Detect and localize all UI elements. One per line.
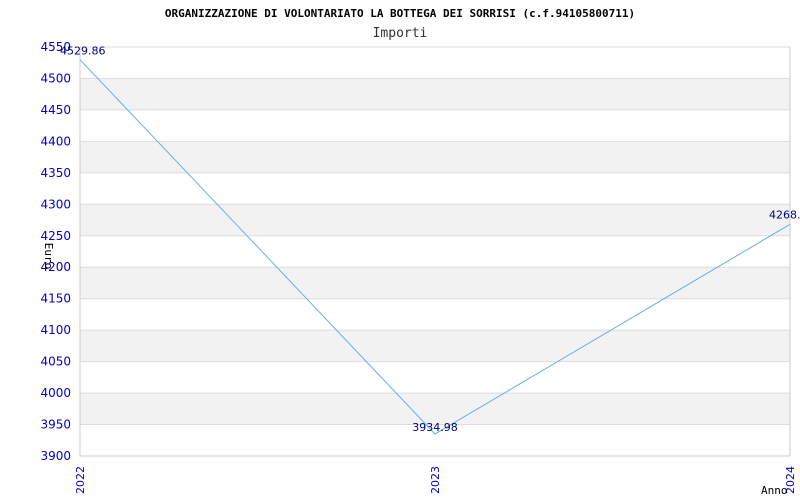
y-tick-label: 4400 — [40, 134, 71, 148]
y-tick-label: 4450 — [40, 103, 71, 117]
grid-band — [80, 109, 790, 142]
x-axis-label: Anno — [761, 484, 788, 497]
x-axis-ticks: 2022 2023 2024 — [74, 466, 797, 494]
grid-band — [80, 47, 790, 79]
grid-band — [80, 298, 790, 331]
y-tick-label: 4050 — [40, 355, 71, 369]
y-tick-label: 4100 — [40, 323, 71, 337]
y-tick-label: 4350 — [40, 166, 71, 180]
chart-subtitle: Importi — [373, 26, 428, 41]
data-label: 4268.2 — [769, 208, 800, 221]
x-tick-label: 2023 — [429, 466, 442, 494]
y-tick-label: 4500 — [40, 71, 71, 85]
chart-title: ORGANIZZAZIONE DI VOLONTARIATO LA BOTTEG… — [165, 7, 635, 20]
y-tick-label: 3900 — [40, 449, 71, 463]
grid-band — [80, 141, 790, 173]
grid-band — [80, 204, 790, 236]
grid-band — [80, 361, 790, 394]
grid-band — [80, 78, 790, 110]
grid-band — [80, 330, 790, 362]
data-label: 4529.86 — [60, 45, 106, 58]
grid-band — [80, 172, 790, 205]
grid-band — [80, 393, 790, 425]
data-label: 3934.98 — [412, 421, 458, 434]
plot-background — [80, 47, 790, 456]
grid-band — [80, 267, 790, 299]
y-tick-label: 4250 — [40, 229, 71, 243]
y-tick-label: 4300 — [40, 197, 71, 211]
grid-band — [80, 235, 790, 268]
y-tick-label: 4150 — [40, 292, 71, 306]
x-tick-label: 2022 — [74, 466, 87, 494]
y-tick-label: 4000 — [40, 386, 71, 400]
y-tick-label: 3950 — [40, 418, 71, 432]
chart: 4550450044504400435043004250420041504100… — [40, 7, 800, 497]
y-axis-label: Euro — [42, 243, 55, 270]
